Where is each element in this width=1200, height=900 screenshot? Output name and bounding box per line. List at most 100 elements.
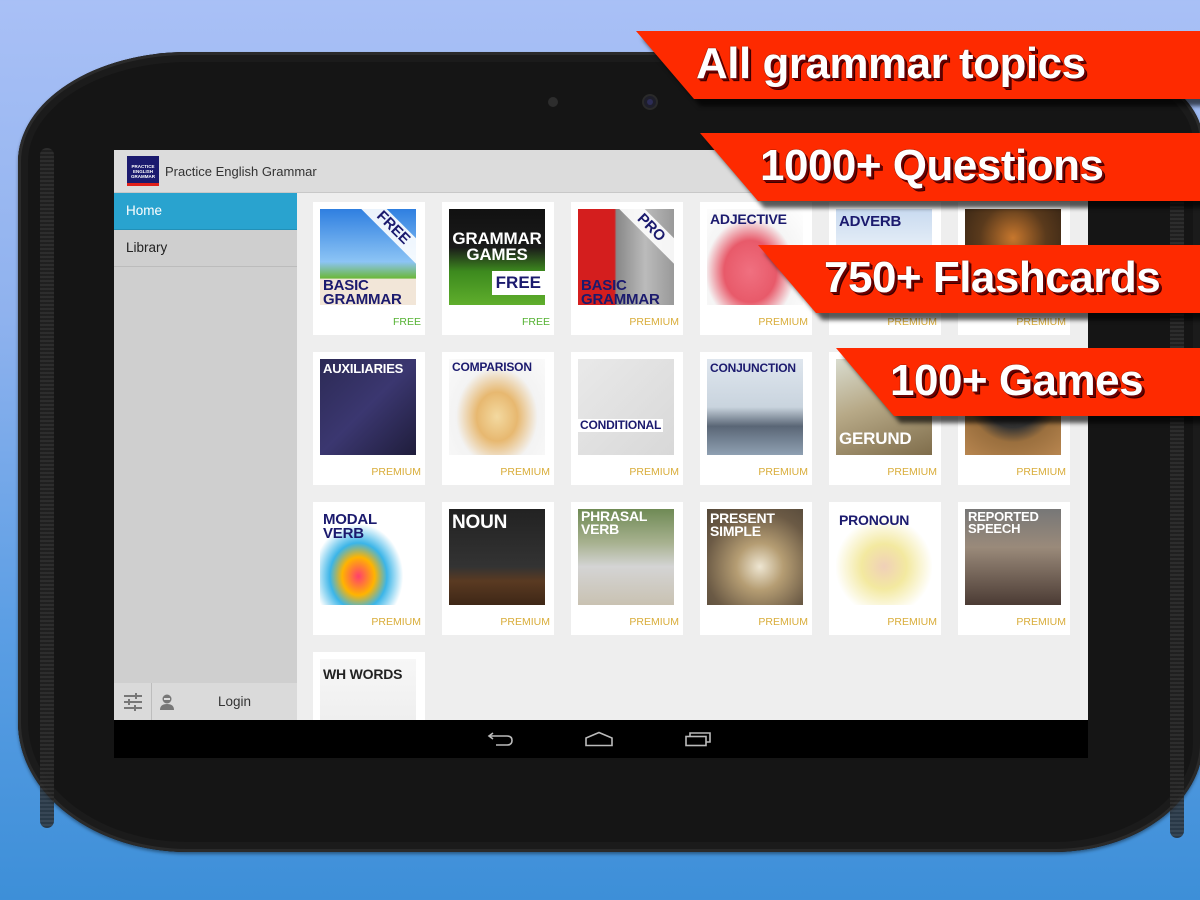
- topic-card[interactable]: COMPARISON PREMIUM: [442, 352, 554, 485]
- system-nav-bar: [114, 720, 1088, 758]
- app-logo: PRACTICE ENGLISH GRAMMAR: [127, 156, 159, 186]
- topic-card[interactable]: WH WORDS: [313, 652, 425, 720]
- tier-label: PREMIUM: [887, 616, 937, 628]
- banner-ribbon: 100+ Games: [836, 348, 1200, 416]
- topic-title: ADVERB: [839, 213, 902, 230]
- banner-text: 100+ Games: [890, 356, 1144, 405]
- topic-card[interactable]: CONDITIONAL PREMIUM: [571, 352, 683, 485]
- banner-ribbon: 1000+ Questions: [700, 133, 1200, 201]
- banner-text: 1000+ Questions: [760, 141, 1104, 190]
- tier-label: PREMIUM: [887, 316, 937, 328]
- topic-title: GERUND: [839, 429, 912, 448]
- topic-title: GRAMMAR GAMES: [452, 229, 542, 264]
- topic-title: PRESENT SIMPLE: [710, 510, 775, 539]
- topic-thumbnail: COMPARISON: [449, 359, 545, 455]
- topic-card[interactable]: PRONOUN PREMIUM: [829, 502, 941, 635]
- topic-thumbnail: BASIC GRAMMAR FREE: [320, 209, 416, 305]
- topic-title: CONDITIONAL: [578, 418, 664, 432]
- topic-card[interactable]: REPORTED SPEECH PREMIUM: [958, 502, 1070, 635]
- tier-label: PREMIUM: [500, 466, 550, 478]
- topic-thumbnail: BASIC GRAMMAR PRO: [578, 209, 674, 305]
- topic-card[interactable]: AUXILIARIES PREMIUM: [313, 352, 425, 485]
- login-button[interactable]: Login: [182, 694, 297, 709]
- topic-title: REPORTED SPEECH: [968, 509, 1039, 536]
- sliders-icon: [123, 692, 142, 711]
- sidebar-item-library[interactable]: Library: [114, 230, 297, 267]
- topic-thumbnail: PRONOUN: [836, 509, 932, 605]
- topic-card[interactable]: BASIC GRAMMAR PRO PREMIUM: [571, 202, 683, 335]
- home-icon: [585, 731, 613, 747]
- topic-title: CONJUNCTION: [710, 361, 796, 375]
- tier-label: PREMIUM: [371, 616, 421, 628]
- tier-label: FREE: [392, 316, 421, 328]
- topic-card[interactable]: PHRASAL VERB PREMIUM: [571, 502, 683, 635]
- topic-thumbnail: NOUN: [449, 509, 545, 605]
- tier-label: PREMIUM: [887, 466, 937, 478]
- app-title: Practice English Grammar: [165, 163, 317, 179]
- topic-thumbnail: MODAL VERB: [320, 509, 416, 605]
- recents-button[interactable]: [683, 728, 713, 750]
- topic-title: BASIC GRAMMAR: [323, 277, 402, 305]
- topic-thumbnail: GRAMMAR GAMES FREE: [449, 209, 545, 305]
- banner-text: 750+ Flashcards: [824, 253, 1161, 302]
- topic-title: NOUN: [452, 512, 508, 533]
- tier-label: PREMIUM: [371, 466, 421, 478]
- topic-title: BASIC GRAMMAR: [581, 277, 660, 305]
- topic-title: COMPARISON: [452, 360, 532, 374]
- topic-thumbnail: CONJUNCTION: [707, 359, 803, 455]
- tier-label: PREMIUM: [629, 466, 679, 478]
- sidebar: Home Library Login: [114, 193, 297, 720]
- topic-title: MODAL VERB: [323, 511, 377, 542]
- logo-text: GRAMMAR: [131, 173, 155, 179]
- home-button[interactable]: [584, 728, 614, 750]
- tablet-screen: PRACTICE ENGLISH GRAMMAR Practice Englis…: [114, 150, 1088, 758]
- light-sensor: [548, 97, 558, 107]
- promo-banner: All grammar topics: [636, 31, 1200, 99]
- topic-title: PRONOUN: [839, 512, 910, 528]
- promo-banner: 1000+ Questions: [700, 133, 1200, 201]
- topic-card[interactable]: PRESENT SIMPLE PREMIUM: [700, 502, 812, 635]
- topic-title: AUXILIARIES: [323, 361, 404, 376]
- corner-ribbon: FREE: [354, 209, 416, 267]
- settings-button[interactable]: [114, 683, 152, 720]
- topic-card[interactable]: BASIC GRAMMAR FREE FREE: [313, 202, 425, 335]
- topic-card[interactable]: GRAMMAR GAMES FREE FREE: [442, 202, 554, 335]
- banner-ribbon: 750+ Flashcards: [758, 245, 1200, 313]
- account-button[interactable]: [152, 683, 182, 720]
- topic-thumbnail: AUXILIARIES: [320, 359, 416, 455]
- tier-label: PREMIUM: [758, 316, 808, 328]
- tier-label: PREMIUM: [629, 616, 679, 628]
- topic-card[interactable]: CONJUNCTION PREMIUM: [700, 352, 812, 485]
- topic-title: WH WORDS: [323, 666, 403, 682]
- sidebar-footer: Login: [114, 683, 297, 720]
- topic-card[interactable]: NOUN PREMIUM: [442, 502, 554, 635]
- back-icon: [487, 732, 513, 746]
- topic-thumbnail: PRESENT SIMPLE: [707, 509, 803, 605]
- sidebar-item-home[interactable]: Home: [114, 193, 297, 230]
- topic-thumbnail: WH WORDS: [320, 659, 416, 720]
- topic-thumbnail: PHRASAL VERB: [578, 509, 674, 605]
- tier-label: PREMIUM: [1016, 316, 1066, 328]
- topic-thumbnail: REPORTED SPEECH: [965, 509, 1061, 605]
- tier-label: PREMIUM: [1016, 616, 1066, 628]
- tier-label: PREMIUM: [500, 616, 550, 628]
- user-icon: [160, 694, 174, 710]
- topic-title: ADJECTIVE: [710, 211, 787, 227]
- corner-ribbon: FREE: [491, 271, 545, 295]
- banner-text: All grammar topics: [696, 39, 1086, 88]
- banner-ribbon: All grammar topics: [636, 31, 1200, 99]
- promo-banner: 750+ Flashcards: [758, 245, 1200, 313]
- back-button[interactable]: [486, 728, 516, 750]
- topic-card[interactable]: MODAL VERB PREMIUM: [313, 502, 425, 635]
- promo-banner: 100+ Games: [836, 348, 1200, 416]
- corner-ribbon: PRO: [612, 209, 674, 267]
- tier-label: PREMIUM: [758, 466, 808, 478]
- tier-label: PREMIUM: [629, 316, 679, 328]
- tier-label: FREE: [521, 316, 550, 328]
- speaker-grille-left: [40, 148, 54, 828]
- tier-label: PREMIUM: [1016, 466, 1066, 478]
- topic-thumbnail: CONDITIONAL: [578, 359, 674, 455]
- topic-title: PHRASAL VERB: [581, 509, 648, 537]
- tier-label: PREMIUM: [758, 616, 808, 628]
- recents-icon: [685, 732, 711, 747]
